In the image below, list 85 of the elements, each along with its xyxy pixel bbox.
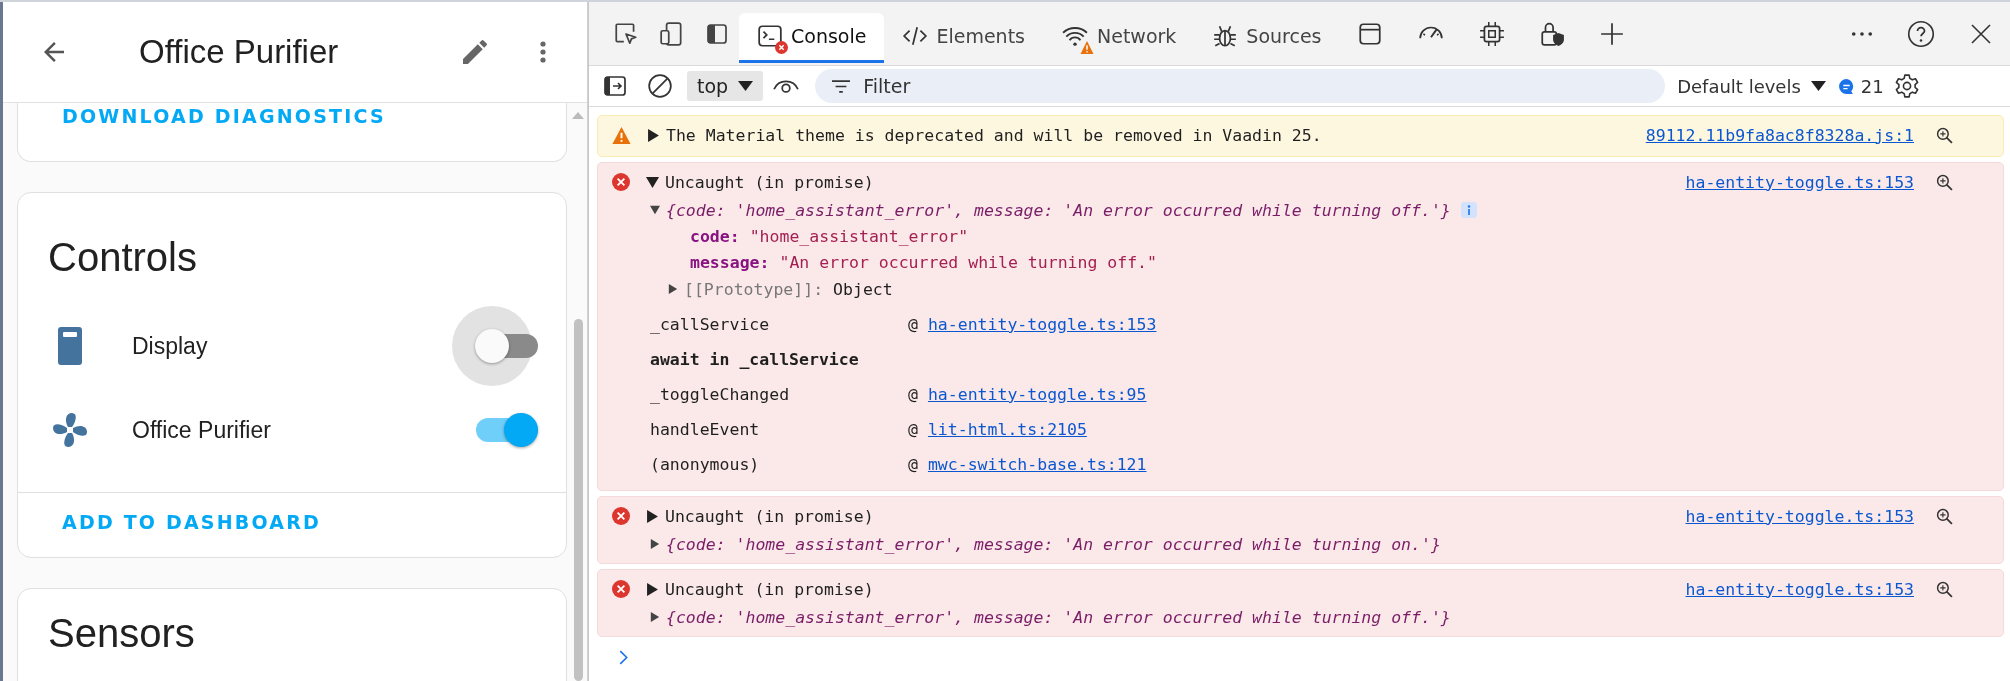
window-icon[interactable] [1356, 20, 1383, 47]
page-title: Office Purifier [139, 33, 340, 71]
devtools-tab[interactable]: Network [1043, 12, 1195, 63]
expanded-triangle-icon[interactable] [650, 205, 660, 215]
collapsed-triangle-icon[interactable] [650, 539, 660, 549]
search-icon[interactable] [1936, 126, 1953, 144]
devtools-tab[interactable]: Sources [1194, 12, 1340, 63]
prompt-chevron-icon [619, 650, 628, 665]
source-link[interactable]: ha-entity-toggle.ts:153 [927, 315, 1157, 334]
device-emulation-icon[interactable] [659, 20, 685, 47]
message-text: Uncaught (in promise) [665, 579, 874, 599]
dock-panel-icon[interactable] [705, 21, 729, 46]
entity-name: Display [132, 332, 209, 360]
bug-icon [1212, 23, 1239, 49]
prototype-key: [[Prototype]]: [684, 279, 824, 299]
add-tab-icon[interactable] [1598, 20, 1625, 47]
menu-icon[interactable] [539, 39, 547, 65]
console-icon [757, 23, 783, 49]
settings-icon[interactable] [1893, 73, 1920, 99]
warning-icon [612, 126, 631, 144]
source-link[interactable]: mwc-switch-base.ts:121 [927, 455, 1147, 474]
inspect-icon[interactable] [613, 20, 639, 47]
card-heading: Controls [47, 234, 198, 281]
search-icon[interactable] [1936, 507, 1953, 525]
property-key: message: [690, 252, 770, 272]
info-icon[interactable] [1460, 202, 1477, 218]
entity-name: Office Purifier [132, 416, 272, 444]
toggle-switch[interactable] [452, 306, 540, 386]
source-link[interactable]: lit-html.ts:2105 [927, 420, 1087, 439]
message-text: The Material theme is deprecated and will be removed in Vaadin 25. [666, 125, 1322, 145]
stack-function: _callService [650, 315, 771, 334]
collapsed-triangle-icon[interactable] [647, 128, 660, 142]
message-text: Uncaught (in promise) [665, 506, 874, 526]
error-icon [612, 507, 630, 525]
chip-icon[interactable] [1478, 20, 1505, 47]
source-link[interactable]: ha-entity-toggle.ts:153 [1685, 172, 1914, 192]
sidebar-toggle-icon[interactable] [603, 74, 627, 98]
async-boundary: await in _callService [650, 350, 859, 369]
fan-icon [52, 412, 88, 448]
lock-shield-icon[interactable] [1538, 20, 1565, 47]
at-sign: @ [908, 385, 918, 404]
collapsed-triangle-icon[interactable] [646, 509, 659, 523]
collapsed-triangle-icon[interactable] [646, 582, 659, 596]
stack-function: _toggleChanged [650, 385, 791, 404]
card-heading: Sensors [47, 610, 196, 657]
help-icon[interactable] [1907, 19, 1935, 48]
object-preview: {code: 'home_assistant_error', message: 'An error occurred while turning off.'} [666, 607, 1451, 627]
source-link[interactable]: ha-entity-toggle.ts:153 [1685, 506, 1914, 526]
at-sign: @ [908, 455, 918, 474]
source-link[interactable]: ha-entity-toggle.ts:95 [927, 385, 1147, 404]
message-text: Uncaught (in promise) [665, 172, 874, 192]
devtools-tab[interactable]: Console [739, 12, 885, 63]
context-dropdown[interactable]: top [687, 71, 764, 101]
object-preview: {code: 'home_assistant_error', message: 'An error occurred while turning on.'} [666, 534, 1441, 554]
error-icon [612, 173, 630, 191]
caret-icon [738, 81, 754, 91]
caret-icon [1810, 81, 1826, 91]
search-icon[interactable] [1936, 580, 1953, 598]
collapsed-triangle-icon[interactable] [650, 612, 660, 622]
message-count: 21 [1860, 75, 1884, 97]
close-icon[interactable] [1969, 21, 1993, 46]
source-link[interactable]: ha-entity-toggle.ts:153 [1685, 579, 1914, 599]
expanded-triangle-icon[interactable] [646, 175, 659, 189]
more-icon[interactable] [1851, 29, 1873, 38]
remote-icon [58, 327, 82, 365]
log-levels-dropdown[interactable]: Default levels [1675, 75, 1828, 97]
object-preview: {code: 'home_assistant_error', message: 'An error occurred while turning off.'} [666, 200, 1451, 220]
search-icon[interactable] [1936, 173, 1953, 191]
clear-console-icon[interactable] [647, 73, 673, 99]
collapsed-triangle-icon[interactable] [668, 284, 678, 294]
at-sign: @ [908, 420, 918, 439]
at-sign: @ [908, 315, 918, 334]
source-link[interactable]: 89112.11b9fa8ac8f8328a.js:1 [1645, 125, 1914, 145]
property-key: code: [690, 226, 740, 246]
filter-field[interactable]: Filter [815, 69, 1666, 103]
property-value: "home_assistant_error" [749, 226, 969, 246]
stack-function: (anonymous) [650, 455, 761, 474]
scrollbar-thumb[interactable] [573, 319, 583, 681]
stack-function: handleEvent [650, 420, 761, 439]
filter-icon [832, 80, 851, 93]
property-value: "An error occurred while turning off." [779, 252, 1157, 272]
devtools-tab[interactable]: Elements [884, 12, 1043, 63]
error-icon [612, 580, 630, 598]
prototype-value: Object [833, 279, 893, 299]
message-bubble-icon[interactable] [1837, 77, 1855, 95]
